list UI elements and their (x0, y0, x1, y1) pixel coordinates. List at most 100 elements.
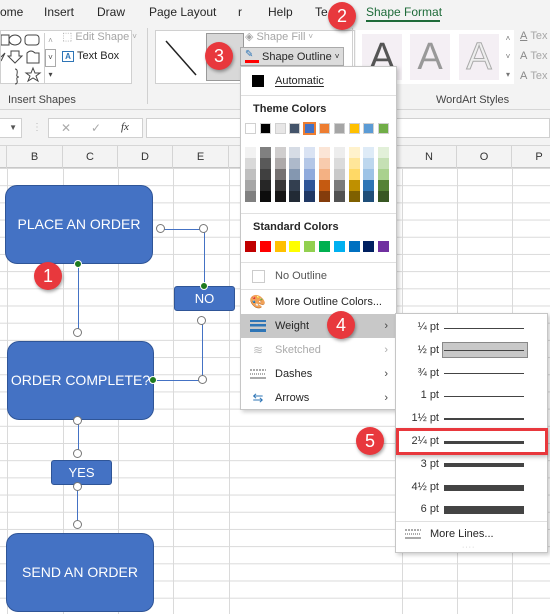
column-header-o[interactable]: O (457, 146, 512, 168)
standard-color-swatch[interactable] (363, 241, 375, 252)
standard-color-swatch[interactable] (274, 241, 286, 252)
theme-color-swatch[interactable] (303, 122, 317, 135)
shape-order-complete[interactable]: ORDER COMPLETE? (7, 341, 154, 420)
column-header-d[interactable]: D (118, 146, 173, 168)
wordart-style-2[interactable]: A (410, 34, 450, 80)
theme-tint-swatch[interactable] (348, 147, 360, 158)
standard-color-swatch[interactable] (348, 241, 360, 252)
shape-send-an-order[interactable]: SEND AN ORDER (6, 533, 154, 612)
shape-outline-button[interactable]: ✎ Shape Outline ˅ (240, 47, 345, 66)
tab-team[interactable]: Te (315, 5, 328, 19)
menu-item-more-lines[interactable]: More Lines... (396, 522, 547, 546)
theme-color-swatch[interactable] (333, 123, 345, 134)
tab-page-layout[interactable]: Page Layout (149, 5, 216, 19)
column-header-e[interactable]: E (173, 146, 229, 168)
theme-tint-swatch[interactable] (378, 169, 390, 180)
connector-yes-to-send[interactable] (77, 489, 78, 524)
enter-icon[interactable]: ✓ (91, 121, 101, 135)
theme-tint-swatch[interactable] (274, 158, 286, 169)
drag-handle-icon[interactable]: ⋮ (32, 122, 42, 133)
theme-tint-swatch[interactable] (274, 180, 286, 191)
theme-tint-swatch[interactable] (333, 191, 345, 202)
text-fill-button[interactable]: A Tex (520, 30, 547, 42)
theme-tint-swatch[interactable] (274, 147, 286, 158)
menu-item-automatic[interactable]: Automatic (241, 69, 396, 93)
theme-tint-swatch[interactable] (259, 158, 271, 169)
theme-tint-swatch[interactable] (378, 191, 390, 202)
weight-option[interactable]: ¼ pt (396, 317, 547, 339)
wordart-scroll[interactable]: ˄ ˅ ▾ (502, 30, 514, 84)
theme-tint-swatch[interactable] (333, 169, 345, 180)
theme-tint-swatch[interactable] (274, 169, 286, 180)
theme-tint-swatch[interactable] (289, 158, 301, 169)
weight-option[interactable]: ¾ pt (396, 363, 547, 385)
weight-option[interactable]: 4½ pt (396, 477, 547, 499)
theme-color-swatch[interactable] (319, 123, 330, 134)
standard-color-swatch[interactable] (304, 241, 316, 252)
menu-item-dashes[interactable]: Dashes › (241, 362, 396, 386)
theme-tint-swatch[interactable] (304, 169, 316, 180)
connector-start-handle[interactable] (74, 260, 82, 268)
shape-fill-button[interactable]: ◈ Shape Fill ˅ (245, 30, 313, 44)
tab-home[interactable]: ome (0, 5, 23, 19)
insert-function-icon[interactable]: fx (121, 121, 129, 133)
connector-start-handle[interactable] (149, 376, 157, 384)
text-effects-button[interactable]: A Tex (520, 70, 547, 82)
column-header-a[interactable] (0, 146, 7, 168)
connector-place-to-complete[interactable] (78, 264, 79, 332)
connector-start-handle[interactable] (73, 482, 82, 491)
connector-end-handle[interactable] (73, 328, 82, 337)
cancel-icon[interactable]: ✕ (61, 121, 71, 135)
theme-tint-swatch[interactable] (259, 147, 271, 158)
connector-elbow-handle[interactable] (199, 224, 208, 233)
connector-no-to-place-h[interactable] (164, 229, 204, 230)
theme-tint-swatch[interactable] (333, 158, 345, 169)
theme-color-swatch[interactable] (289, 123, 301, 134)
theme-tint-swatch[interactable] (333, 147, 345, 158)
theme-color-swatch[interactable] (245, 123, 256, 134)
standard-color-swatch[interactable] (333, 241, 345, 252)
theme-color-swatch[interactable] (378, 123, 390, 134)
shape-yes[interactable]: YES (51, 460, 112, 485)
menu-item-no-outline[interactable]: No Outline (241, 264, 396, 288)
theme-tint-swatch[interactable] (289, 147, 301, 158)
theme-tint-swatch[interactable] (274, 191, 286, 202)
shapes-scroll[interactable]: ˄ ˅ ▾ (44, 33, 56, 83)
theme-tint-swatch[interactable] (245, 147, 256, 158)
standard-color-swatch[interactable] (289, 241, 301, 252)
theme-tint-swatch[interactable] (289, 191, 301, 202)
theme-tint-swatch[interactable] (348, 158, 360, 169)
theme-color-swatch[interactable] (259, 123, 271, 134)
tab-shape-format[interactable]: Shape Format (366, 5, 442, 19)
theme-tint-swatch[interactable] (319, 180, 330, 191)
standard-color-swatch[interactable] (378, 241, 390, 252)
menu-item-weight[interactable]: Weight › (241, 314, 396, 338)
theme-tint-swatch[interactable] (304, 147, 316, 158)
theme-tint-swatch[interactable] (363, 169, 375, 180)
edit-shape-button[interactable]: ⬚ Edit Shape ˅ (62, 30, 137, 44)
theme-tint-swatch[interactable] (363, 158, 375, 169)
tab-help[interactable]: Help (268, 5, 293, 19)
theme-tint-swatch[interactable] (378, 158, 390, 169)
theme-tint-swatch[interactable] (363, 191, 375, 202)
theme-tint-swatch[interactable] (259, 169, 271, 180)
weight-option[interactable]: 3 pt (396, 454, 547, 476)
connector-start-handle[interactable] (200, 282, 208, 290)
menu-item-more-outline-colors[interactable]: 🎨 More Outline Colors... (241, 290, 396, 314)
standard-color-swatch[interactable] (245, 241, 256, 252)
theme-tint-swatch[interactable] (363, 180, 375, 191)
connector-end-handle[interactable] (197, 316, 206, 325)
tab-formulas[interactable]: r (238, 5, 242, 19)
theme-tint-swatch[interactable] (319, 147, 330, 158)
connector-end-handle[interactable] (73, 449, 82, 458)
connector-no-to-place-v[interactable] (204, 229, 205, 287)
connector-complete-to-no-h[interactable] (156, 380, 202, 381)
connector-start-handle[interactable] (73, 416, 82, 425)
column-header-c[interactable]: C (63, 146, 118, 168)
tab-draw[interactable]: Draw (97, 5, 125, 19)
theme-tint-swatch[interactable] (319, 158, 330, 169)
theme-tint-swatch[interactable] (378, 180, 390, 191)
weight-option[interactable]: 1 pt (396, 385, 547, 407)
theme-tint-swatch[interactable] (289, 180, 301, 191)
connector-complete-to-no-v[interactable] (202, 324, 203, 380)
